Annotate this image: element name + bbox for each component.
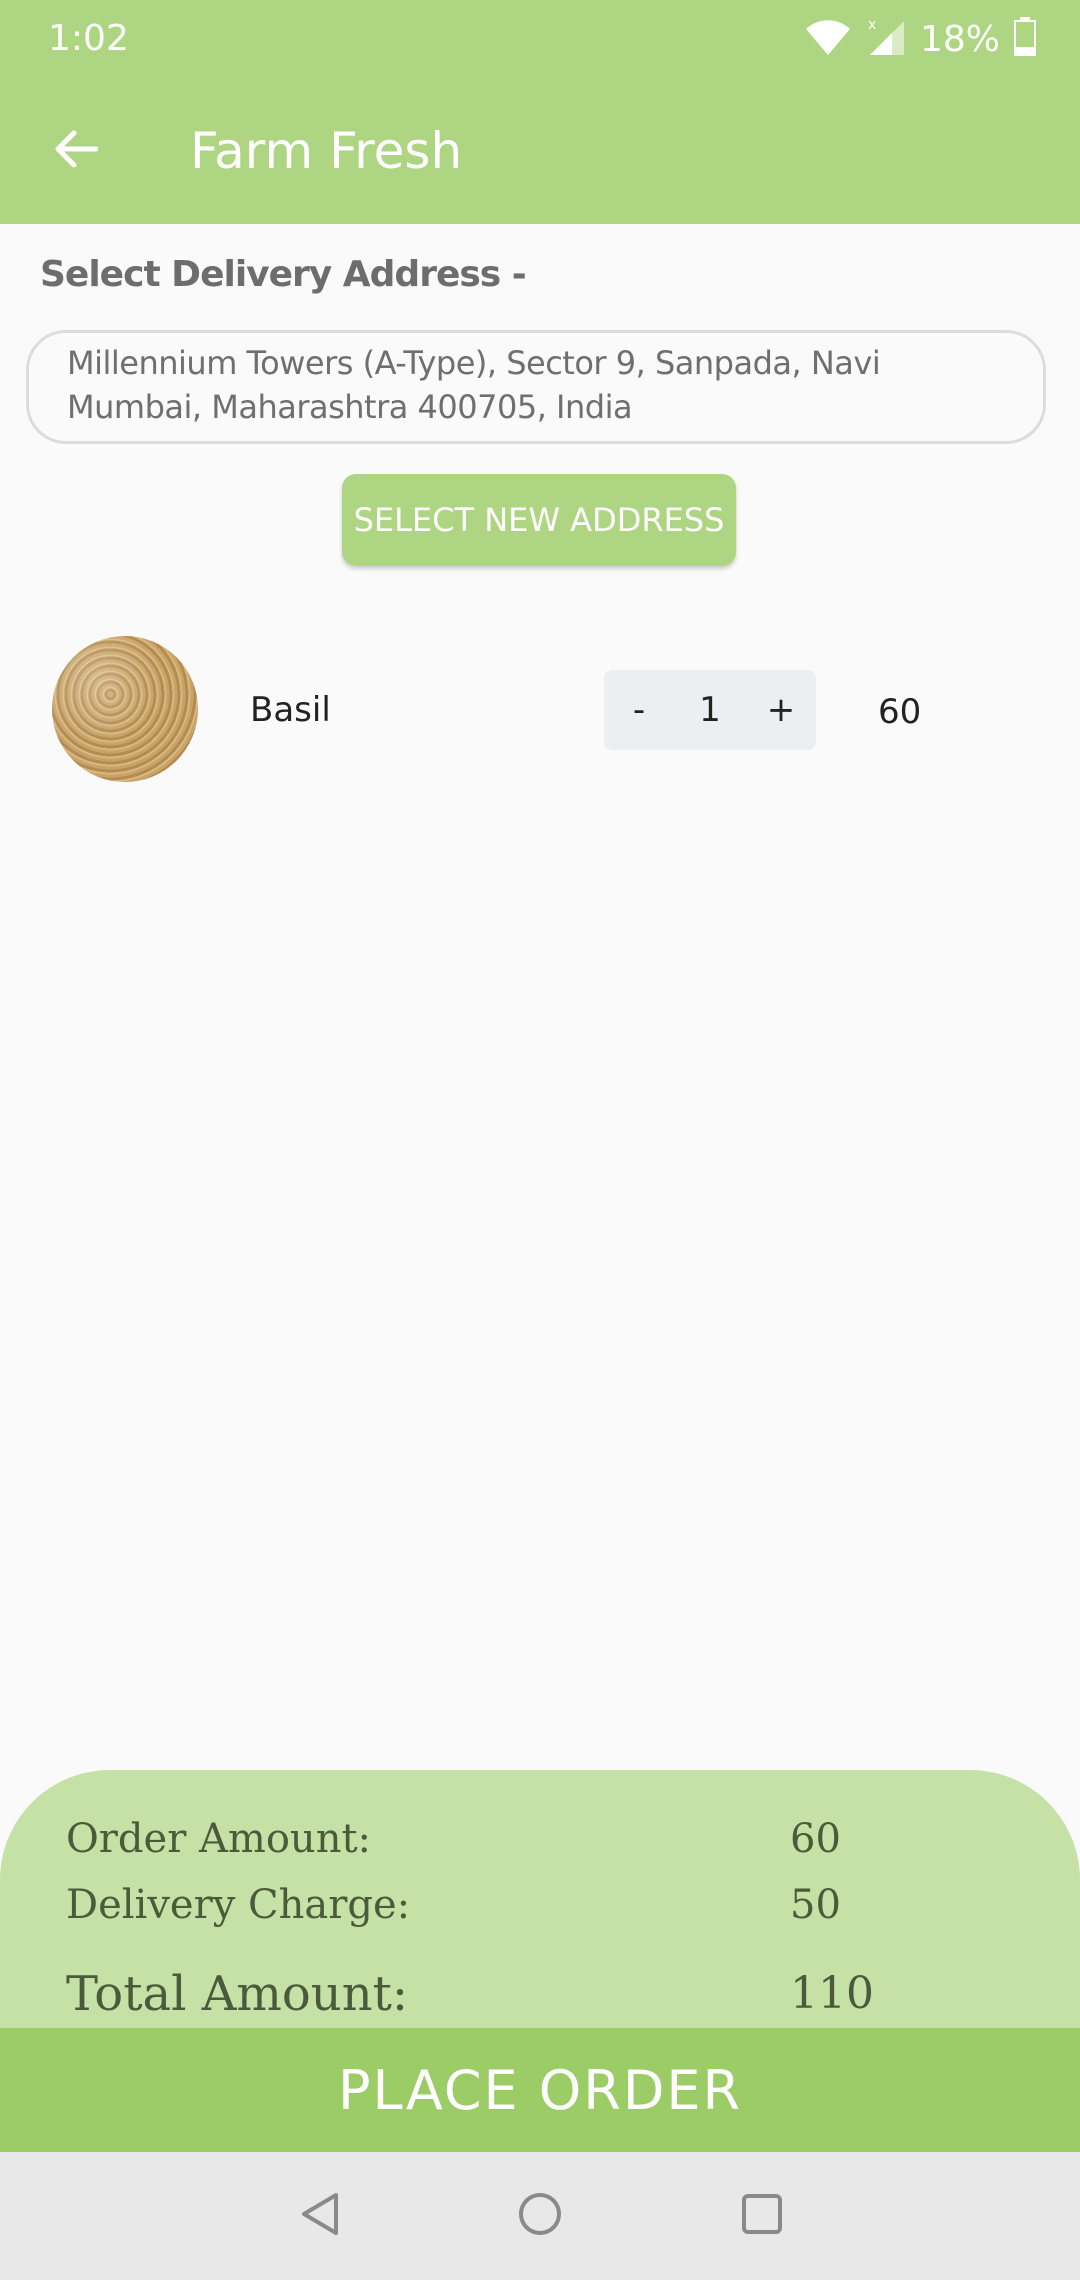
svg-text:x: x (868, 17, 876, 33)
arrow-left-icon (52, 129, 99, 174)
system-nav-bar (0, 2152, 1080, 2280)
nav-back-button[interactable] (290, 2186, 350, 2246)
app-bar: Farm Fresh (0, 80, 1080, 224)
delivery-charge-label: Delivery Charge: (66, 1882, 411, 1928)
square-recents-icon (740, 2192, 784, 2241)
quantity-stepper: - 1 + (604, 670, 816, 750)
quantity-value: 1 (699, 690, 721, 730)
select-new-address-button[interactable]: SELECT NEW ADDRESS (342, 474, 736, 566)
delivery-address-label: Select Delivery Address - (40, 254, 527, 295)
status-time: 1:02 (48, 18, 129, 59)
product-name: Basil (250, 690, 331, 730)
status-icons: x 18% (804, 14, 1036, 64)
product-price: 60 (878, 692, 922, 732)
product-image (52, 636, 198, 782)
place-order-button[interactable]: PLACE ORDER (0, 2028, 1080, 2152)
order-amount-label: Order Amount: (66, 1816, 371, 1862)
back-button[interactable] (40, 116, 110, 186)
increment-button[interactable]: + (746, 670, 816, 750)
total-amount-value: 110 (790, 1968, 874, 2019)
triangle-back-icon (298, 2191, 342, 2242)
wifi-icon (804, 17, 852, 62)
battery-icon (1014, 16, 1036, 62)
nav-recents-button[interactable] (732, 2186, 792, 2246)
circle-home-icon (517, 2191, 563, 2242)
battery-percent: 18% (919, 18, 1000, 60)
delivery-charge-value: 50 (790, 1882, 841, 1928)
status-bar: 1:02 x 18% (0, 0, 1080, 80)
delivery-address-field[interactable]: Millennium Towers (A-Type), Sector 9, Sa… (26, 330, 1046, 444)
nav-home-button[interactable] (510, 2186, 570, 2246)
order-summary: Order Amount: 60 Delivery Charge: 50 Tot… (0, 1770, 1080, 2030)
decrement-button[interactable]: - (604, 670, 674, 750)
order-amount-value: 60 (790, 1816, 841, 1862)
total-amount-label: Total Amount: (66, 1966, 409, 2022)
page-title: Farm Fresh (190, 122, 463, 180)
signal-icon: x (866, 17, 906, 62)
